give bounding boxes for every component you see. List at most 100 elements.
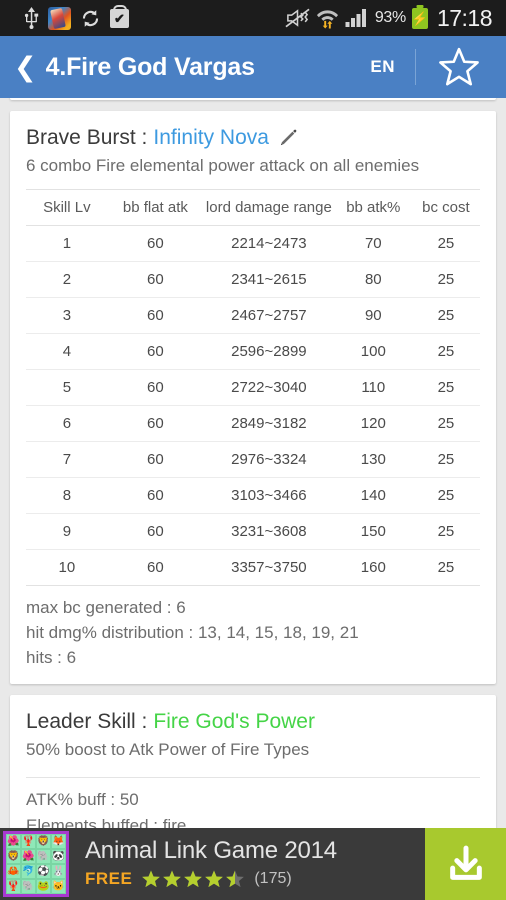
clock-label: 17:18: [436, 4, 493, 31]
ad-icon-tile: 🌺: [6, 834, 21, 849]
cell-bb-flat-atk: 60: [107, 477, 204, 514]
cell-bb-flat-atk: 60: [107, 225, 204, 262]
cell-bb-atk-pct: 140: [334, 477, 412, 514]
cell-bc-cost: 25: [411, 405, 480, 442]
table-row: 6 60 2849~3182 120 25: [26, 405, 480, 442]
ad-icon-tile: 🐘: [21, 879, 36, 894]
cell-bb-atk-pct: 110: [334, 369, 412, 406]
table-row: 4 60 2596~2899 100 25: [26, 333, 480, 370]
cell-bb-atk-pct: 100: [334, 333, 412, 370]
language-button[interactable]: EN: [350, 57, 415, 77]
ad-subtitle-row: FREE (175): [85, 869, 425, 889]
cell-skill-lv: 3: [26, 297, 108, 334]
footnote-max-bc: max bc generated : 6: [26, 598, 186, 617]
back-icon[interactable]: ❮: [14, 53, 37, 81]
cell-lord-damage-range: 2467~2757: [203, 297, 335, 334]
cell-bc-cost: 25: [411, 297, 480, 334]
cell-skill-lv: 9: [26, 513, 108, 550]
cell-bb-flat-atk: 60: [107, 333, 204, 370]
table-row: 1 60 2214~2473 70 25: [26, 225, 480, 262]
leader-skill-label: Leader Skill :: [26, 710, 148, 734]
cell-bc-cost: 25: [411, 225, 480, 262]
ad-icon-tile: 🐬: [21, 864, 36, 879]
cell-lord-damage-range: 2722~3040: [203, 369, 335, 406]
phone-screen: ✔ 93% ⚡ 17:18 ❮ 4.Fire God Vargas EN Bra…: [0, 0, 506, 900]
table-row: 10 60 3357~3750 160 25: [26, 549, 480, 586]
cell-skill-lv: 1: [26, 225, 108, 262]
ad-title: Animal Link Game 2014: [85, 837, 337, 864]
cell-lord-damage-range: 2976~3324: [203, 441, 335, 478]
rating-star-icon: [205, 870, 224, 888]
ad-icon-tile: 🦁: [6, 849, 21, 864]
cell-bc-cost: 25: [411, 477, 480, 514]
ad-icon-tile: 🦀: [6, 864, 21, 879]
brave-burst-table: Skill Lv bb flat atk lord damage range b…: [26, 189, 480, 586]
column-header-bb-atk-pct: bb atk%: [334, 189, 412, 226]
cell-bb-flat-atk: 60: [107, 261, 204, 298]
cell-lord-damage-range: 2849~3182: [203, 405, 335, 442]
scroll-content[interactable]: Brave Burst : Infinity Nova 6 combo Fire…: [0, 98, 506, 828]
table-row: 7 60 2976~3324 130 25: [26, 441, 480, 478]
table-row: 2 60 2341~2615 80 25: [26, 261, 480, 298]
status-bar: ✔ 93% ⚡ 17:18: [0, 0, 506, 36]
table-row: 3 60 2467~2757 90 25: [26, 297, 480, 334]
rating-star-icon: [142, 870, 161, 888]
ad-price-label: FREE: [85, 869, 133, 888]
cell-bb-flat-atk: 60: [107, 441, 204, 478]
wifi-transfer-icon: [316, 7, 339, 29]
sync-icon: [80, 8, 101, 29]
status-bar-left-icons: ✔: [8, 6, 129, 30]
rating-star-icon: [184, 870, 203, 888]
cell-skill-lv: 5: [26, 369, 108, 406]
cell-bc-cost: 25: [411, 369, 480, 406]
footnote-hit-dmg-distribution: hit dmg% distribution : 13, 14, 15, 18, …: [26, 622, 359, 642]
column-header-lord-damage-range: lord damage range: [203, 189, 335, 226]
cell-skill-lv: 6: [26, 405, 108, 442]
battery-percent-label: 93%: [374, 9, 406, 26]
cell-skill-lv: 2: [26, 261, 108, 298]
ad-icon-tile: 🐼: [51, 849, 66, 864]
ad-icon-tile: 🦁: [36, 834, 51, 849]
charge-bolt-glyph: ⚡: [411, 10, 429, 26]
ad-banner[interactable]: 🌺 🦞 🦁 🦊 🦁 🌺 🐘 🐼 🦀 🐬 ⚽ 🐰 🦞 🐘 🐸 🐱 Animal Link Game 2014 F…: [0, 828, 506, 900]
ad-download-button[interactable]: [425, 828, 506, 900]
page-title: 4.Fire God Vargas: [45, 52, 255, 81]
favorite-star-button[interactable]: [416, 46, 492, 88]
column-header-skill-lv: Skill Lv: [26, 189, 108, 226]
brave-burst-name: Infinity Nova: [153, 126, 269, 149]
cell-bb-atk-pct: 90: [334, 297, 412, 334]
ad-icon-tile: 🦞: [21, 834, 36, 849]
cell-bc-cost: 25: [411, 513, 480, 550]
cell-bb-atk-pct: 150: [334, 513, 412, 550]
cell-bc-cost: 25: [411, 333, 480, 370]
ad-icon-tile: 🦞: [6, 879, 21, 894]
column-header-bc-cost: bc cost: [411, 189, 480, 226]
action-bar-actions: EN: [350, 46, 492, 88]
brave-burst-header: Brave Burst : Infinity Nova: [10, 111, 496, 150]
leader-skill-description: 50% boost to Atk Power of Fire Types: [26, 740, 310, 760]
ad-icon-tile: 🐰: [51, 864, 66, 879]
footnote-hits: hits : 6: [26, 647, 77, 667]
previous-card-clipped: [10, 98, 496, 100]
cell-lord-damage-range: 2214~2473: [203, 225, 335, 262]
brave-burst-card: Brave Burst : Infinity Nova 6 combo Fire…: [10, 111, 496, 685]
ad-text-block: Animal Link Game 2014 FREE (175): [69, 828, 425, 900]
ad-rating-stars: [141, 869, 245, 889]
download-icon: [449, 845, 482, 880]
cell-skill-lv: 7: [26, 441, 108, 478]
leader-skill-card: Leader Skill : Fire God's Power 50% boos…: [10, 695, 496, 828]
leader-skill-buffs: ATK% buff : 50 Elements buffed : fire: [10, 778, 496, 828]
cell-lord-damage-range: 3357~3750: [203, 549, 335, 586]
battery-charging-icon: ⚡: [411, 7, 429, 29]
cell-bb-flat-atk: 60: [107, 297, 204, 334]
table-row: 9 60 3231~3608 150 25: [26, 513, 480, 550]
cell-skill-lv: 10: [26, 549, 108, 586]
cell-bb-atk-pct: 70: [334, 225, 412, 262]
buff-elements: Elements buffed : fire: [26, 815, 187, 828]
pencil-icon[interactable]: [278, 128, 298, 148]
cell-bb-atk-pct: 80: [334, 261, 412, 298]
ad-app-icon: 🌺 🦞 🦁 🦊 🦁 🌺 🐘 🐼 🦀 🐬 ⚽ 🐰 🦞 🐘 🐸 🐱: [3, 831, 69, 897]
status-bar-right-icons: 93% ⚡ 17:18: [285, 5, 498, 32]
ad-rating-count: (175): [254, 870, 292, 887]
leader-skill-header: Leader Skill : Fire God's Power: [10, 695, 496, 734]
